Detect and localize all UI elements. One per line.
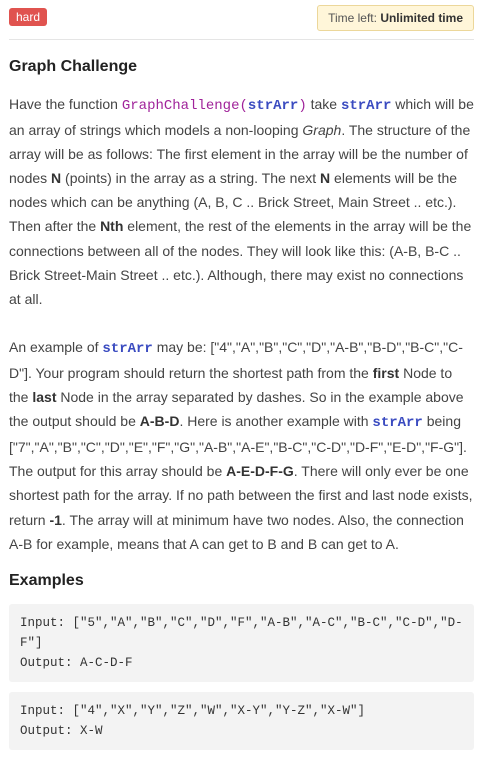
example-block-1: Input: ["5","A","B","C","D","F","A-B","A… [9,603,474,682]
time-left-box: Time left: Unlimited time [317,5,474,31]
bold-term: last [32,389,57,406]
function-open: GraphChallenge( [121,98,248,114]
argument-name: strArr [102,340,153,357]
description-paragraph-2: An example of strArr may be: ["4","A","B… [9,335,474,556]
graph-term: Graph [302,122,342,139]
examples-heading: Examples [9,571,84,589]
example-output: Output: X-W [20,723,103,738]
bold-term: Nth [100,218,124,235]
text: . Here is another example with [179,413,373,430]
argument-name: strArr [372,415,423,432]
top-bar: hard Time left: Unlimited time [9,5,474,40]
challenge-title: Graph Challenge [9,58,138,75]
bold-term: N [51,170,62,187]
challenge-content: Graph Challenge Have the function GraphC… [9,56,474,760]
text: Have the function [9,96,122,112]
bold-term: -1 [49,511,62,528]
challenge-page: hard Time left: Unlimited time Graph Cha… [0,0,486,784]
description-paragraph-1: Have the function GraphChallenge(strArr)… [9,92,474,311]
example-output: Output: A-C-D-F [20,655,133,670]
time-left-value: Unlimited time [380,11,463,25]
text: An example of [9,338,103,355]
function-name: GraphChallenge(strArr) [122,98,307,114]
argument-name: strArr [340,98,392,114]
function-close: ) [298,98,307,114]
text: (points) in the array as a string. The n… [61,170,321,187]
example-input: Input: ["5","A","B","C","D","F","A-B","A… [20,615,463,650]
bold-term: A-E-D-F-G [226,463,294,480]
difficulty-badge: hard [9,8,48,26]
example-block-2: Input: ["4","X","Y","Z","W","X-Y","Y-Z",… [9,691,474,750]
example-input: Input: ["4","X","Y","Z","W","X-Y","Y-Z",… [20,703,366,718]
bold-term: N [320,170,331,187]
time-left-label: Time left: [328,11,381,25]
text: . The array will at minimum have two nod… [9,511,464,552]
argument-name: strArr [247,98,299,114]
text: take [306,96,341,112]
bold-term: A-B-D [139,413,180,430]
bold-term: first [372,364,400,381]
